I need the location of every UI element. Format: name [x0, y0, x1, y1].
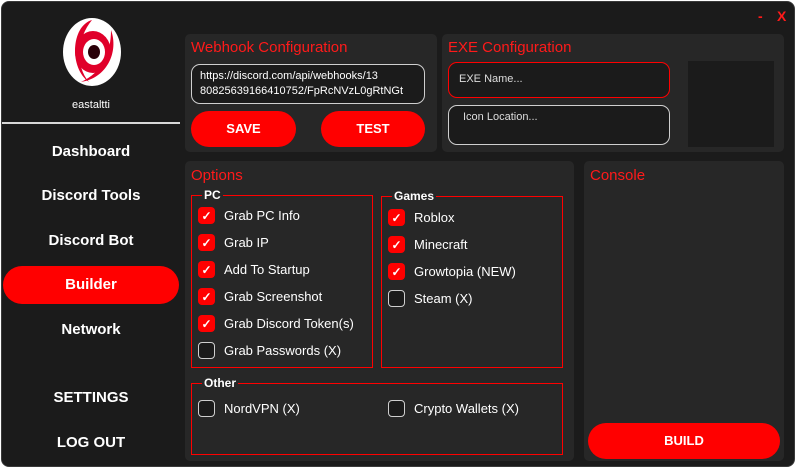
check-icon: ✓: [198, 261, 215, 278]
sidebar-divider: [2, 122, 180, 124]
checkbox-grab-passwords[interactable]: Grab Passwords (X): [198, 342, 341, 359]
checkbox-empty-icon: [388, 290, 405, 307]
other-group-label: Other: [202, 375, 239, 391]
checkbox-label: Grab Discord Token(s): [224, 316, 354, 331]
check-icon: ✓: [388, 209, 405, 226]
close-button[interactable]: X: [777, 8, 786, 24]
sidebar-item-discord-tools[interactable]: Discord Tools: [2, 177, 180, 215]
exe-panel-title: EXE Configuration: [448, 39, 572, 56]
minimize-button[interactable]: -: [758, 8, 763, 24]
checkbox-label: Growtopia (NEW): [414, 264, 516, 279]
check-icon: ✓: [198, 234, 215, 251]
games-group: Games ✓ Roblox ✓ Minecraft ✓ Growtopia (…: [381, 188, 563, 368]
exe-name-input[interactable]: EXE Name...: [448, 62, 670, 98]
sidebar-item-logout[interactable]: LOG OUT: [2, 424, 180, 462]
icon-preview[interactable]: [688, 61, 774, 147]
games-group-label: Games: [392, 188, 437, 204]
exe-panel: EXE Configuration EXE Name... Icon Locat…: [442, 34, 784, 152]
app-logo-icon: [61, 16, 123, 88]
checkbox-label: Grab IP: [224, 235, 269, 250]
check-icon: ✓: [388, 236, 405, 253]
options-panel: Options PC ✓ Grab PC Info ✓ Grab IP ✓ Ad…: [185, 161, 574, 461]
check-icon: ✓: [388, 263, 405, 280]
console-panel-title: Console: [590, 167, 646, 184]
checkbox-label: Roblox: [414, 210, 455, 225]
save-button[interactable]: SAVE: [191, 111, 296, 147]
app-window: - X eastaltti Dashboard Discord Tools Di…: [1, 1, 795, 467]
checkbox-minecraft[interactable]: ✓ Minecraft: [388, 236, 467, 253]
console-output[interactable]: [590, 193, 778, 415]
checkbox-label: Crypto Wallets (X): [414, 401, 519, 416]
check-icon: ✓: [198, 315, 215, 332]
build-button[interactable]: BUILD: [588, 423, 780, 459]
icon-location-input[interactable]: Icon Location...: [448, 105, 670, 145]
checkbox-nordvpn[interactable]: NordVPN (X): [198, 400, 300, 417]
webhook-panel: Webhook Configuration https://discord.co…: [185, 34, 437, 152]
checkbox-empty-icon: [198, 342, 215, 359]
webhook-panel-title: Webhook Configuration: [191, 39, 348, 56]
check-icon: ✓: [198, 207, 215, 224]
sidebar-item-network[interactable]: Network: [2, 311, 180, 349]
sidebar: eastaltti Dashboard Discord Tools Discor…: [2, 2, 180, 466]
checkbox-label: Add To Startup: [224, 262, 310, 277]
checkbox-label: Steam (X): [414, 291, 473, 306]
console-panel: Console BUILD: [584, 161, 784, 461]
sidebar-item-dashboard[interactable]: Dashboard: [2, 133, 180, 171]
username-label: eastaltti: [72, 99, 110, 111]
checkbox-crypto-wallets[interactable]: Crypto Wallets (X): [388, 400, 519, 417]
checkbox-add-to-startup[interactable]: ✓ Add To Startup: [198, 261, 310, 278]
webhook-url-line2: 80825639166410752/FpRcNVzL0gRtNGt: [200, 85, 404, 97]
checkbox-grab-discord-tokens[interactable]: ✓ Grab Discord Token(s): [198, 315, 354, 332]
checkbox-empty-icon: [198, 400, 215, 417]
options-panel-title: Options: [191, 167, 243, 184]
sidebar-item-builder[interactable]: Builder: [3, 266, 179, 304]
other-group: Other NordVPN (X) Crypto Wallets (X): [191, 375, 563, 455]
check-icon: ✓: [198, 288, 215, 305]
checkbox-empty-icon: [388, 400, 405, 417]
pc-group-label: PC: [202, 187, 223, 203]
checkbox-growtopia[interactable]: ✓ Growtopia (NEW): [388, 263, 516, 280]
sidebar-item-settings[interactable]: SETTINGS: [2, 379, 180, 417]
checkbox-grab-screenshot[interactable]: ✓ Grab Screenshot: [198, 288, 322, 305]
webhook-url-line1: https://discord.com/api/webhooks/13: [200, 70, 378, 82]
checkbox-label: Minecraft: [414, 237, 468, 252]
checkbox-roblox[interactable]: ✓ Roblox: [388, 209, 454, 226]
checkbox-grab-ip[interactable]: ✓ Grab IP: [198, 234, 269, 251]
checkbox-label: Grab Screenshot: [224, 289, 323, 304]
test-button[interactable]: TEST: [321, 111, 425, 147]
checkbox-label: Grab Passwords (X): [224, 343, 342, 358]
checkbox-grab-pc-info[interactable]: ✓ Grab PC Info: [198, 207, 300, 224]
checkbox-steam[interactable]: Steam (X): [388, 290, 473, 307]
checkbox-label: NordVPN (X): [224, 401, 300, 416]
pc-group: PC ✓ Grab PC Info ✓ Grab IP ✓ Add To Sta…: [191, 187, 373, 368]
webhook-url-input[interactable]: https://discord.com/api/webhooks/13 8082…: [191, 64, 425, 104]
sidebar-item-discord-bot[interactable]: Discord Bot: [2, 222, 180, 260]
checkbox-label: Grab PC Info: [224, 208, 300, 223]
